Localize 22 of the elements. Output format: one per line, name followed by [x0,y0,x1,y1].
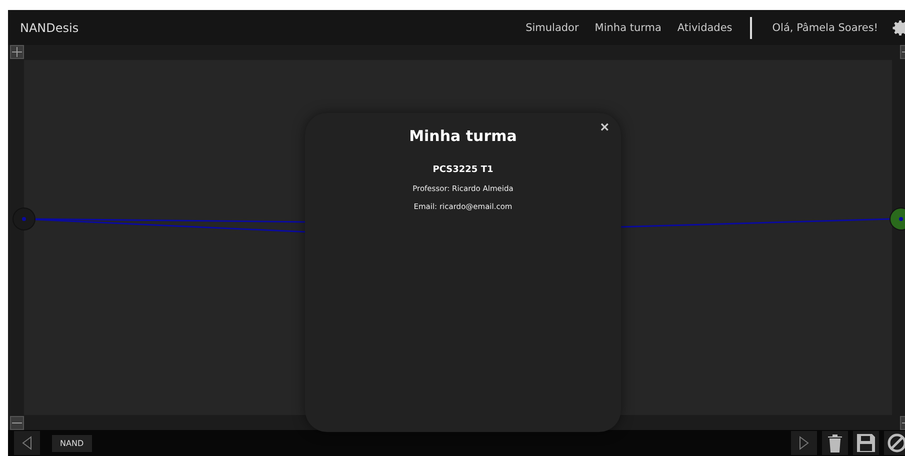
user-greeting[interactable]: Olá, Pâmela Soares! [772,22,878,34]
trash-icon[interactable] [822,431,848,455]
plus-icon [12,47,22,57]
app-brand[interactable]: NANDesis [20,20,79,34]
zoom-out-button[interactable] [10,416,24,430]
next-button[interactable] [791,431,817,455]
dialog-title: Minha turma [409,127,517,145]
previous-button[interactable] [14,431,40,455]
zoom-in-button[interactable] [10,45,24,59]
class-name: PCS3225 T1 [432,165,494,175]
nav-link[interactable]: Atividades [677,22,732,34]
component-chip[interactable]: NAND [52,434,92,452]
caret-right-icon [799,436,809,450]
clear-icon[interactable] [884,431,905,455]
close-button[interactable]: × [596,117,613,138]
save-icon[interactable] [853,431,879,455]
nav-link[interactable]: Minha turma [594,22,662,34]
settings-icon[interactable] [892,18,905,36]
nav-link[interactable]: Simulador [526,22,579,34]
output-node[interactable] [890,208,905,230]
caret-left-icon [22,436,32,450]
input-node[interactable] [12,208,36,230]
